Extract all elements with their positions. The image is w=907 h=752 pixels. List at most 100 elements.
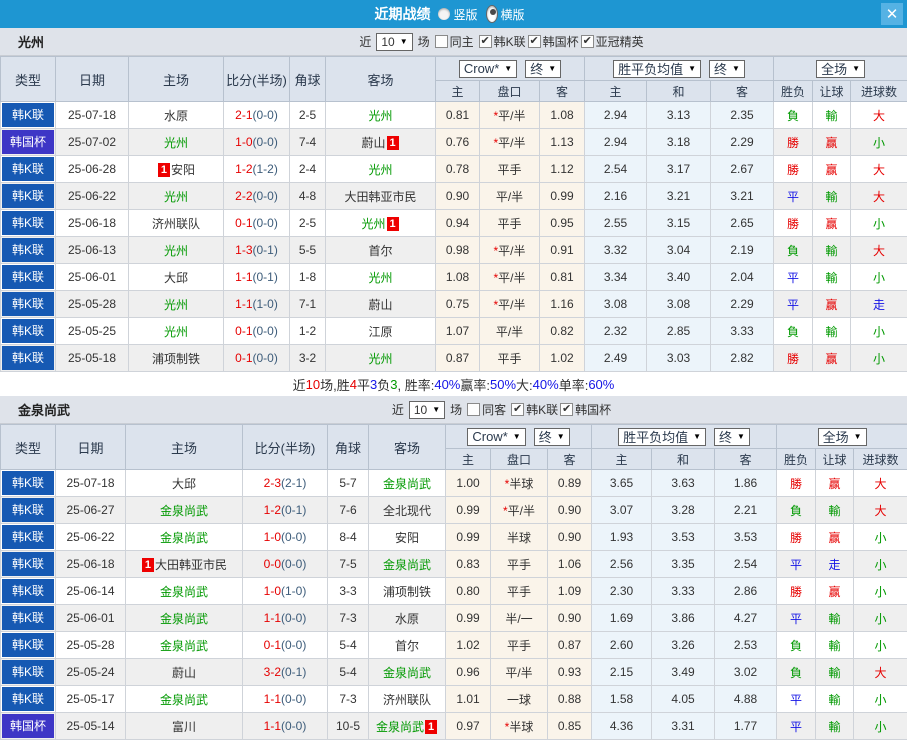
match-row: 韩K联 25-05-28 金泉尚武 0-1(0-0) 5-4 首尔 1.02 平手 0.87 2.… xyxy=(0,631,907,659)
chevron-down-icon: ▼ xyxy=(853,432,862,441)
avg-type-select[interactable]: 胜平负均值 ▼ xyxy=(618,427,707,446)
odds-final-select[interactable]: 终 ▼ xyxy=(533,427,570,446)
odds-final-select[interactable]: 终 ▼ xyxy=(525,59,562,78)
away-odds-cell: 1.06 xyxy=(547,550,592,578)
goals-result-cell: 小 xyxy=(853,523,907,551)
league-type-cell: 韩K联 xyxy=(0,550,56,578)
goals-result-cell: 小 xyxy=(853,631,907,659)
score-cell: 1-2(1-2) xyxy=(223,155,290,183)
avg-type-select[interactable]: 胜平负均值 ▼ xyxy=(613,59,702,78)
sub-header-odds-home: 主 xyxy=(445,448,491,470)
avg-final-select[interactable]: 终 ▼ xyxy=(709,59,745,78)
same-venue-checkbox[interactable]: 同主 xyxy=(434,33,474,50)
halftime-score: (1-2) xyxy=(252,162,278,176)
halftime-score: (0-0) xyxy=(252,189,278,203)
handicap-cell: 平手 xyxy=(490,550,548,578)
gwangju-matches-table: 类型 日期 主场 比分(半场) 角球 客场 Crow* ▼ 终 ▼ 胜平负均值 ▼ 终… xyxy=(0,56,907,372)
odds-provider-select[interactable]: Crow* ▼ xyxy=(467,427,526,446)
odds-group-header: Crow* ▼ 终 ▼ xyxy=(445,424,592,449)
league-badge: 韩K联 xyxy=(2,471,54,495)
match-date: 25-05-28 xyxy=(55,631,126,659)
sub-header-handicap-result: 让球 xyxy=(812,80,852,102)
avg-group-header: 胜平负均值 ▼ 终 ▼ xyxy=(590,424,778,449)
corners-cell: 5-5 xyxy=(289,236,326,264)
avg-final-select[interactable]: 终 ▼ xyxy=(714,427,750,446)
summary-segment: 3 xyxy=(390,376,398,392)
league-badge: 韩国杯 xyxy=(2,714,54,738)
league-filter-checkbox[interactable]: ✔ 韩K联 xyxy=(478,33,526,50)
league-filter-checkbox[interactable]: ✔ 韩国杯 xyxy=(527,33,579,50)
league-badge: 韩K联 xyxy=(2,552,54,576)
match-date: 25-07-02 xyxy=(55,128,129,156)
avg-away-cell: 2.82 xyxy=(709,344,775,372)
score-cell: 0-1(0-0) xyxy=(223,317,290,345)
summary-segment: 4 xyxy=(349,376,357,392)
league-type-cell: 韩K联 xyxy=(0,631,56,659)
halftime-score: (0-0) xyxy=(252,108,278,122)
match-row: 韩K联 25-06-28 1 安阳 1-2(1-2) 2-4 光州 0.78 平手 1.12 2.5… xyxy=(0,155,907,183)
home-odds-cell: 1.07 xyxy=(435,317,480,345)
corners-cell: 1-8 xyxy=(289,263,326,291)
league-filter-checkbox[interactable]: ✔ 韩K联 xyxy=(511,401,558,418)
match-row: 韩K联 25-05-18 浦项制铁 0-1(0-0) 3-2 光州 0.87 平手 1.02 2.… xyxy=(0,344,907,372)
home-team-cell: 蔚山 xyxy=(125,658,243,686)
corners-cell: 5-4 xyxy=(327,658,369,686)
match-row: 韩K联 25-07-18 水原 2-1(0-0) 2-5 光州 0.81 *平/半 1.08 2.… xyxy=(0,101,907,129)
avg-draw-cell: 3.08 xyxy=(646,290,711,318)
corners-cell: 1-2 xyxy=(289,317,326,345)
league-filter-checkbox[interactable]: ✔ 亚冠精英 xyxy=(580,33,644,50)
avg-away-cell: 3.53 xyxy=(713,523,778,551)
score-cell: 3-2(0-1) xyxy=(242,658,328,686)
league-type-cell: 韩K联 xyxy=(0,496,56,524)
layout-radio-vertical[interactable]: 竖版 xyxy=(438,6,478,23)
avg-away-cell: 2.29 xyxy=(709,128,775,156)
home-odds-cell: 0.99 xyxy=(445,496,491,524)
chevron-down-icon: ▼ xyxy=(852,64,860,73)
goals-result-cell: 大 xyxy=(853,469,907,497)
summary-segment: 负 xyxy=(377,377,391,393)
games-count-select[interactable]: 10 ▼ xyxy=(376,32,413,51)
away-team-cell: 光州 xyxy=(325,344,436,372)
corners-cell: 5-4 xyxy=(327,631,369,659)
avg-away-cell: 2.29 xyxy=(709,290,775,318)
fulltime-score: 2-3 xyxy=(263,476,281,490)
fulltime-score: 0-0 xyxy=(263,557,281,571)
avg-home-cell: 2.15 xyxy=(591,658,652,686)
team-name-text: 安阳 xyxy=(170,162,195,177)
close-button[interactable]: ✕ xyxy=(881,3,903,25)
same-venue-checkbox[interactable]: 同客 xyxy=(467,401,506,418)
result-cell: 平 xyxy=(776,550,817,578)
team-name-text: 光州 xyxy=(368,351,393,366)
score-cell: 0-1(0-0) xyxy=(223,344,290,372)
avg-home-cell: 3.34 xyxy=(584,263,647,291)
avg-home-cell: 1.58 xyxy=(591,685,652,713)
league-filter-checkbox[interactable]: ✔ 韩国杯 xyxy=(560,401,611,418)
red-card-badge: 1 xyxy=(141,557,154,572)
home-team-cell: 光州 xyxy=(128,182,224,210)
result-cell: 平 xyxy=(776,685,817,713)
col-header-home: 主场 xyxy=(128,56,224,102)
handicap-result-cell: 輸 xyxy=(812,236,852,264)
handicap-cell: 平手 xyxy=(490,577,548,605)
match-date: 25-06-13 xyxy=(55,236,129,264)
home-team-cell: 富川 xyxy=(125,712,243,740)
home-odds-cell: 1.08 xyxy=(435,263,480,291)
games-count-select[interactable]: 10 ▼ xyxy=(408,400,446,419)
corners-cell: 2-5 xyxy=(289,101,326,129)
chevron-down-icon: ▼ xyxy=(693,432,702,441)
halftime-score: (0-0) xyxy=(281,719,307,733)
scope-select[interactable]: 全场 ▼ xyxy=(817,427,867,446)
avg-away-cell: 3.33 xyxy=(709,317,775,345)
scope-select[interactable]: 全场 ▼ xyxy=(816,59,865,78)
halftime-score: (0-1) xyxy=(252,243,278,257)
handicap-cell: 平手 xyxy=(479,209,540,237)
team-name-text: 金泉尚武 xyxy=(159,584,208,599)
avg-home-cell: 4.36 xyxy=(591,712,652,740)
odds-provider-select[interactable]: Crow* ▼ xyxy=(458,59,518,78)
checkbox-checked-icon: ✔ xyxy=(560,403,574,416)
corners-cell: 4-8 xyxy=(289,182,326,210)
sub-header-avg-home: 主 xyxy=(584,80,647,102)
score-cell: 1-1(0-1) xyxy=(223,263,290,291)
fulltime-score: 0-1 xyxy=(235,216,253,230)
layout-radio-horizontal[interactable]: 横版 xyxy=(485,5,525,23)
